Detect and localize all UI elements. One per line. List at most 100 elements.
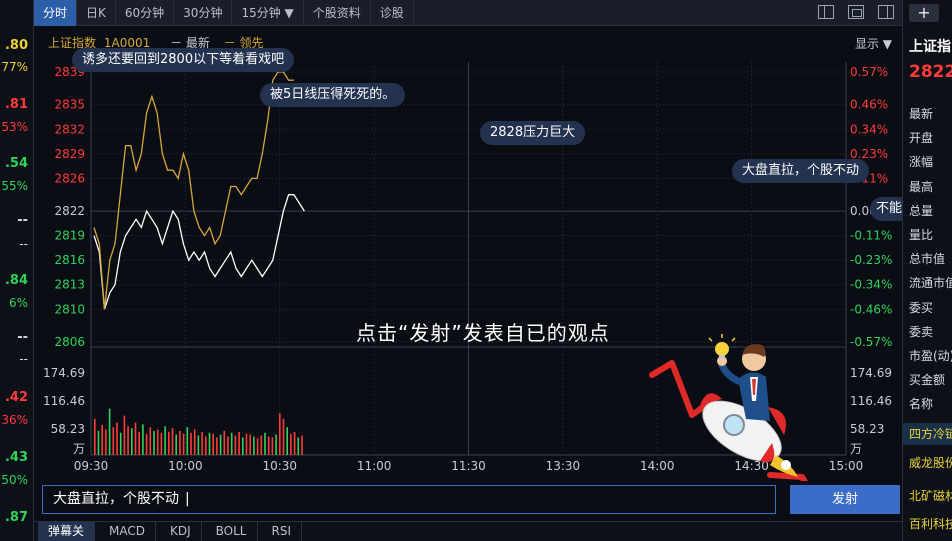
left-strip-value: --	[17, 213, 28, 228]
volume-bar	[134, 422, 137, 455]
time-tick-label: 10:30	[262, 459, 297, 473]
volume-tick-label: 58.23	[51, 422, 85, 436]
split-left-icon[interactable]	[818, 5, 834, 19]
tab-boll[interactable]: BOLL	[206, 522, 258, 541]
tab-intraday[interactable]: 分时	[34, 0, 78, 26]
window-icon[interactable]	[848, 5, 864, 19]
volume-bar	[238, 431, 240, 455]
volume-bar	[156, 429, 159, 455]
tab-stock-info[interactable]: 个股资料	[304, 0, 371, 26]
stock-list-item[interactable]: 百利科技	[903, 513, 952, 535]
volume-bar	[105, 429, 107, 455]
quote-field-label: 市盈(动)	[909, 349, 952, 363]
volume-bar	[253, 436, 255, 455]
time-tick-label: 09:30	[74, 459, 109, 473]
volume-bar	[145, 434, 148, 455]
text-caret: |	[185, 491, 190, 507]
quote-field-label: 流通市值	[909, 276, 952, 291]
danmu-input-row: 大盘直拉，个股不动 | 发射	[34, 481, 902, 521]
volume-tick-label: 116.46	[43, 394, 85, 408]
volume-bar	[197, 435, 200, 455]
left-strip-value: 77%	[1, 60, 28, 74]
volume-tick-label: 116.46	[850, 394, 892, 408]
volume-bar	[142, 424, 144, 455]
left-strip-value: 6%	[8, 296, 28, 310]
volume-bar	[127, 426, 129, 455]
price-tick-label: 2813	[54, 278, 85, 292]
quote-field-label: 量比	[909, 228, 934, 242]
price-tick-label: 2816	[54, 253, 85, 267]
tab-kdj[interactable]: KDJ	[160, 522, 202, 541]
time-tick-label: 11:30	[451, 459, 486, 473]
left-strip-value: .84	[4, 273, 28, 288]
volume-bar	[216, 437, 218, 455]
left-strip-value: --	[19, 352, 28, 366]
split-right-icon[interactable]	[878, 5, 894, 19]
volume-bar	[182, 433, 185, 455]
volume-bar	[97, 430, 100, 455]
volume-bar	[119, 432, 122, 455]
quote-field-label: 委卖	[909, 324, 934, 339]
tab-danmu-off[interactable]: 弹幕关	[38, 522, 96, 541]
stock-list-item[interactable]: 威龙股份	[903, 452, 952, 474]
danmu-input-text: 大盘直拉，个股不动	[53, 491, 179, 507]
volume-bar	[267, 436, 270, 455]
quote-field-label: 最新	[909, 107, 934, 121]
tab-15min[interactable]: 15分钟 ▼	[232, 0, 304, 26]
tab-60min[interactable]: 60分钟	[116, 0, 175, 26]
volume-bar	[186, 427, 189, 455]
volume-bar	[112, 427, 115, 455]
danmu-input[interactable]: 大盘直拉，个股不动 |	[42, 485, 776, 514]
volume-tick-label: 万	[850, 442, 862, 456]
volume-bar	[160, 432, 163, 455]
volume-bar	[208, 432, 211, 455]
quote-field-label: 涨幅	[909, 155, 934, 170]
left-strip-value: .81	[4, 97, 28, 112]
volume-bar	[297, 437, 300, 455]
quote-field-label: 最高	[909, 179, 934, 194]
app-root: .80 77% .81 53% .54 55% -- -- .84 6% -- -- .42 36% .43…	[0, 0, 952, 541]
left-quote-strip: .80 77% .81 53% .54 55% -- -- .84 6% -- -- .42 36% .43…	[0, 0, 34, 541]
tab-rsi[interactable]: RSI	[262, 522, 302, 541]
volume-bar	[249, 434, 251, 455]
danmu-bullet: 大盘直拉，个股不动	[732, 159, 870, 183]
left-strip-value: --	[17, 330, 28, 345]
volume-bar	[286, 427, 288, 455]
quote-field-label: 总量	[909, 203, 934, 218]
volume-bar	[264, 432, 266, 455]
danmu-bullet: 被5日线压得死死的。	[260, 83, 406, 107]
promo-text: 点击“发射”发表自已的观点	[356, 321, 610, 345]
volume-bar	[275, 434, 277, 455]
volume-bar	[131, 428, 133, 455]
stock-list-item[interactable]: 北矿磁材	[903, 485, 952, 507]
price-tick-label: 2835	[54, 98, 85, 112]
left-strip-value: 50%	[1, 473, 28, 487]
quote-field-label: 委买	[909, 300, 934, 315]
tab-daily-k[interactable]: 日K	[77, 0, 116, 26]
right-quote-panel: + 上证指 2822 最新开盘涨幅最高总量量比总市值流通市值委买委卖市盈(动) 买…	[902, 0, 952, 541]
volume-bar	[223, 430, 226, 455]
tab-macd[interactable]: MACD	[99, 522, 156, 541]
stock-list-item[interactable]: 四方冷链	[903, 423, 952, 445]
volume-bar	[94, 418, 96, 455]
volume-bar	[234, 435, 237, 455]
intraday-chart[interactable]: 2839 2835 2832 2829 2826 2822 2819 2816 2813 2810…	[34, 27, 909, 514]
volume-bar	[123, 415, 126, 455]
volume-bar	[293, 431, 296, 455]
volume-bar	[168, 431, 170, 455]
left-strip-value: 36%	[1, 413, 28, 427]
volume-bar	[171, 428, 174, 455]
volume-bar	[164, 426, 166, 455]
left-strip-value: .43	[4, 450, 28, 465]
send-button[interactable]: 发射	[790, 485, 900, 514]
left-strip-value: .80	[4, 38, 28, 53]
tab-30min[interactable]: 30分钟	[174, 0, 233, 26]
add-button[interactable]: +	[909, 4, 939, 22]
quote-field-label: 开盘	[909, 131, 934, 146]
display-dropdown[interactable]: 显示 ▼	[855, 35, 892, 52]
volume-bar	[282, 418, 285, 455]
top-tab-bar: 分时 日K 60分钟 30分钟 15分钟 ▼ 个股资料 诊股	[34, 0, 902, 26]
tab-diagnose[interactable]: 诊股	[371, 0, 414, 26]
quote-field-label: 买金额	[909, 373, 946, 388]
volume-bar	[179, 430, 181, 455]
